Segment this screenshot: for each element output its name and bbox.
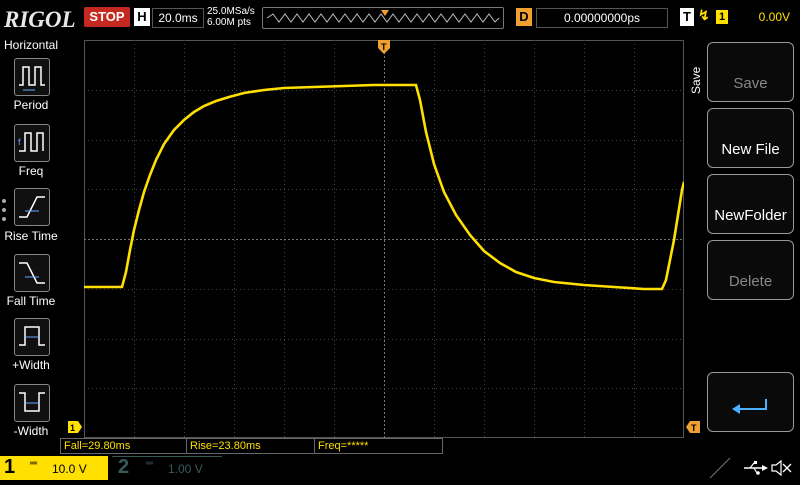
svg-text:T: T	[691, 423, 697, 433]
system-status-area	[706, 456, 800, 480]
run-stop-status[interactable]: STOP	[84, 7, 130, 27]
svg-text:f: f	[18, 137, 21, 147]
delete-button[interactable]: Delete	[707, 240, 794, 300]
rigol-logo: RIGOL	[4, 7, 76, 32]
memory-depth: 6.00M pts	[207, 17, 251, 28]
horizontal-label: H	[134, 8, 150, 26]
waveform-memory-overview	[262, 7, 504, 29]
ch1-ground-marker[interactable]: 1	[68, 420, 82, 433]
period-label: Period	[13, 98, 49, 112]
period-icon	[19, 66, 45, 91]
sample-rate: 25.0MSa/s	[207, 6, 255, 17]
ch1-ground-marker-icon: 1	[68, 421, 82, 433]
timebase-value[interactable]: 20.0ms	[152, 8, 204, 28]
scroll-indicator-dot	[2, 208, 6, 212]
rising-edge-icon: ↯	[698, 7, 710, 23]
ch2-number: 2	[118, 456, 130, 478]
negative-width-label: -Width	[13, 424, 49, 438]
waveform-graticule	[84, 40, 686, 438]
freq-readout: Freq=*****	[314, 438, 443, 454]
ch2-scale: 1.00 V	[168, 462, 203, 476]
svg-text:T: T	[381, 42, 387, 52]
new-file-button[interactable]: New File	[707, 108, 794, 168]
delay-label: D	[516, 8, 532, 26]
save-menu-title: Save	[689, 66, 703, 94]
speaker-muted-icon	[771, 459, 792, 477]
dc-coupling-icon: ═	[30, 458, 38, 469]
positive-width-icon	[19, 326, 45, 346]
save-button[interactable]: Save	[707, 42, 794, 102]
freq-icon: f	[18, 132, 44, 152]
delay-value[interactable]: 0.00000000ps	[536, 8, 668, 28]
trigger-time-marker-icon: T	[378, 40, 390, 54]
trigger-label: T	[680, 8, 694, 26]
positive-width-label: +Width	[12, 358, 50, 372]
trigger-level-marker[interactable]: T	[686, 420, 700, 433]
period-measure-button[interactable]	[14, 58, 50, 96]
scroll-indicator-dot	[2, 217, 6, 221]
fall-time-measure-button[interactable]	[14, 254, 50, 292]
rise-time-readout: Rise=23.80ms	[186, 438, 315, 454]
negative-width-measure-button[interactable]	[14, 384, 50, 422]
return-button[interactable]	[707, 372, 794, 432]
fall-time-icon	[19, 262, 45, 284]
status-icons	[709, 457, 792, 479]
trigger-time-marker[interactable]: T	[378, 40, 390, 54]
fall-time-label: Fall Time	[6, 294, 56, 308]
trigger-level[interactable]: 0.00V	[734, 8, 790, 26]
measurement-menu-title: Horizontal	[3, 38, 59, 52]
ch2-coupling-icon: ═	[146, 458, 154, 469]
memory-overview-wave	[266, 10, 500, 23]
svg-text:1: 1	[70, 423, 75, 433]
waveform-display[interactable]	[84, 40, 686, 438]
fall-time-readout: Fall=29.80ms	[60, 438, 187, 454]
rise-time-measure-button[interactable]	[14, 188, 50, 226]
ch1-number: 1	[4, 456, 16, 478]
usb-icon	[744, 461, 768, 475]
trigger-level-marker-icon: T	[686, 421, 700, 433]
freq-label: Freq	[18, 164, 44, 178]
new-folder-button[interactable]: NewFolder	[707, 174, 794, 234]
return-icon	[732, 399, 767, 414]
rise-time-label: Rise Time	[4, 229, 58, 243]
positive-width-measure-button[interactable]	[14, 318, 50, 356]
rise-time-icon	[19, 196, 45, 218]
freq-measure-button[interactable]: f	[14, 124, 50, 162]
negative-width-icon	[19, 392, 45, 412]
scroll-indicator-dot	[2, 199, 6, 203]
trigger-source[interactable]: 1	[716, 10, 728, 24]
